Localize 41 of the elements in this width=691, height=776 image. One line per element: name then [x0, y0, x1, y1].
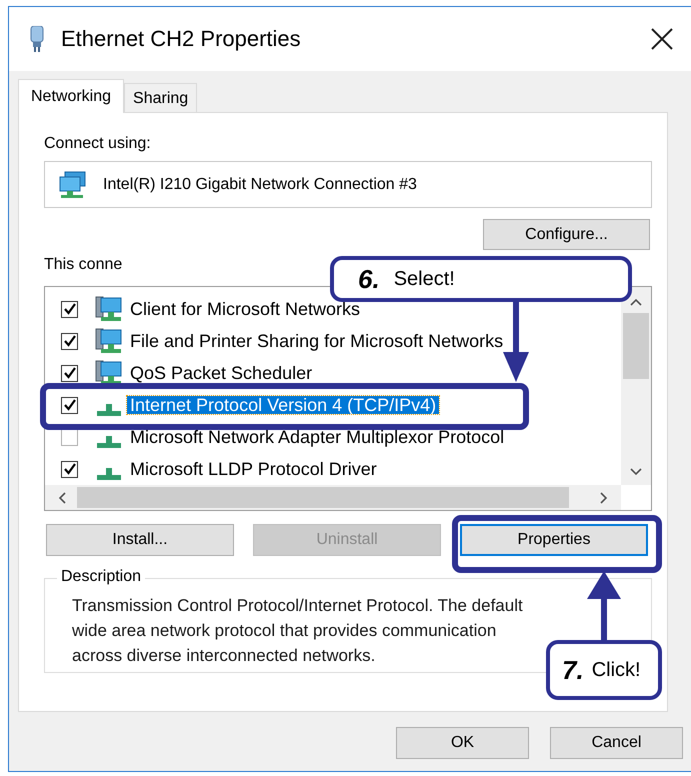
computer-icon [95, 295, 123, 323]
component-item[interactable]: Microsoft LLDP Protocol Driver [127, 460, 380, 478]
dialog-button[interactable]: Cancel [550, 727, 683, 759]
description-legend: Description [57, 568, 146, 586]
component-item[interactable]: QoS Packet Scheduler [127, 364, 316, 382]
scroll-left-icon[interactable] [57, 490, 67, 504]
computer-icon [95, 327, 123, 355]
checkbox[interactable] [61, 300, 78, 318]
window-title: Ethernet CH2 Properties [61, 26, 302, 52]
action-button[interactable]: Properties [460, 524, 648, 556]
scroll-down-icon[interactable] [629, 467, 643, 477]
checkbox[interactable] [61, 460, 78, 478]
component-item[interactable]: Microsoft Network Adapter Multiplexor Protocol [127, 428, 508, 446]
action-button[interactable]: Install... [46, 524, 234, 556]
step-number: 7. [562, 654, 584, 686]
callout-text: Select! [394, 268, 455, 290]
adapter-name: Intel(R) I210 Gigabit Network Connection #3 [103, 176, 417, 194]
dialog-button[interactable]: OK [396, 727, 529, 759]
checkbox[interactable] [61, 396, 78, 414]
checkbox[interactable] [61, 332, 78, 350]
step-number: 6. [358, 264, 380, 294]
network-protocol-icon [97, 404, 121, 416]
callout-text: Click! [592, 658, 641, 682]
scroll-right-icon[interactable] [599, 490, 609, 504]
tab[interactable]: Networking [18, 79, 124, 113]
vertical-scrollbar[interactable] [621, 287, 651, 485]
tab[interactable]: Sharing [124, 83, 198, 112]
close-icon[interactable] [651, 28, 673, 50]
description-text: Transmission Control Protocol/Internet Protocol. The default wide area network protocol that provides communication across diverse interconnected networks. [72, 595, 524, 667]
component-item[interactable]: File and Printer Sharing for Microsoft Networks [127, 332, 506, 350]
network-protocol-icon [97, 468, 121, 480]
scroll-up-icon[interactable] [629, 297, 643, 307]
configure-button[interactable]: Configure... [483, 219, 650, 250]
components-label: This conne [44, 256, 122, 274]
network-protocol-icon [97, 436, 121, 448]
horizontal-scrollbar[interactable] [45, 485, 621, 510]
checkbox[interactable] [61, 364, 78, 382]
connect-using-label: Connect using: [44, 135, 152, 153]
component-item[interactable]: Internet Protocol Version 4 (TCP/IPv4) [127, 396, 440, 414]
component-item[interactable]: Client for Microsoft Networks [127, 300, 364, 318]
plug-icon [30, 26, 44, 52]
